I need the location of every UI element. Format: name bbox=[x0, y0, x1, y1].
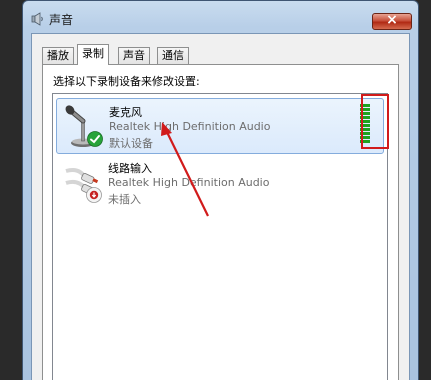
title-bar[interactable]: 声音 × bbox=[23, 1, 418, 31]
close-button[interactable]: × bbox=[372, 12, 412, 30]
device-line-in[interactable]: 线路输入 Realtek High Definition Audio 未插入 bbox=[56, 155, 384, 211]
default-check-icon bbox=[87, 131, 103, 147]
instruction-text: 选择以下录制设备来修改设置: bbox=[53, 75, 200, 88]
device-microphone[interactable]: 麦克风 Realtek High Definition Audio 默认设备 bbox=[56, 98, 384, 154]
device-driver: Realtek High Definition Audio bbox=[108, 176, 270, 189]
tab-playback[interactable]: 播放 bbox=[42, 47, 74, 64]
close-icon: × bbox=[386, 12, 398, 28]
device-status: 默认设备 bbox=[109, 137, 153, 150]
tab-communications[interactable]: 通信 bbox=[157, 47, 189, 64]
tab-recording[interactable]: 录制 bbox=[77, 44, 109, 65]
unplugged-icon bbox=[86, 187, 102, 203]
recording-panel: 选择以下录制设备来修改设置: 麦克风 Realtek High Definiti… bbox=[42, 64, 399, 380]
device-status: 未插入 bbox=[108, 193, 141, 206]
window-title: 声音 bbox=[49, 13, 74, 27]
speaker-icon bbox=[31, 12, 43, 26]
sound-dialog: 声音 × 播放 录制 声音 通信 选择以下录制设备来修改设置: 麦克风 Real… bbox=[22, 0, 419, 380]
device-name: 麦克风 bbox=[109, 106, 142, 119]
device-name: 线路输入 bbox=[108, 162, 152, 175]
tab-label: 播放 bbox=[47, 49, 69, 62]
annotation-highlight-box bbox=[361, 94, 389, 149]
tab-label: 录制 bbox=[82, 47, 104, 60]
device-driver: Realtek High Definition Audio bbox=[109, 120, 271, 133]
tab-label: 声音 bbox=[123, 49, 145, 62]
dialog-client-area: 播放 录制 声音 通信 选择以下录制设备来修改设置: 麦克风 Realtek H… bbox=[31, 33, 410, 380]
tab-strip: 播放 录制 声音 通信 bbox=[42, 44, 409, 65]
tab-sounds[interactable]: 声音 bbox=[118, 47, 150, 64]
recording-device-list[interactable]: 麦克风 Realtek High Definition Audio 默认设备 线… bbox=[52, 93, 388, 380]
tab-label: 通信 bbox=[162, 49, 184, 62]
